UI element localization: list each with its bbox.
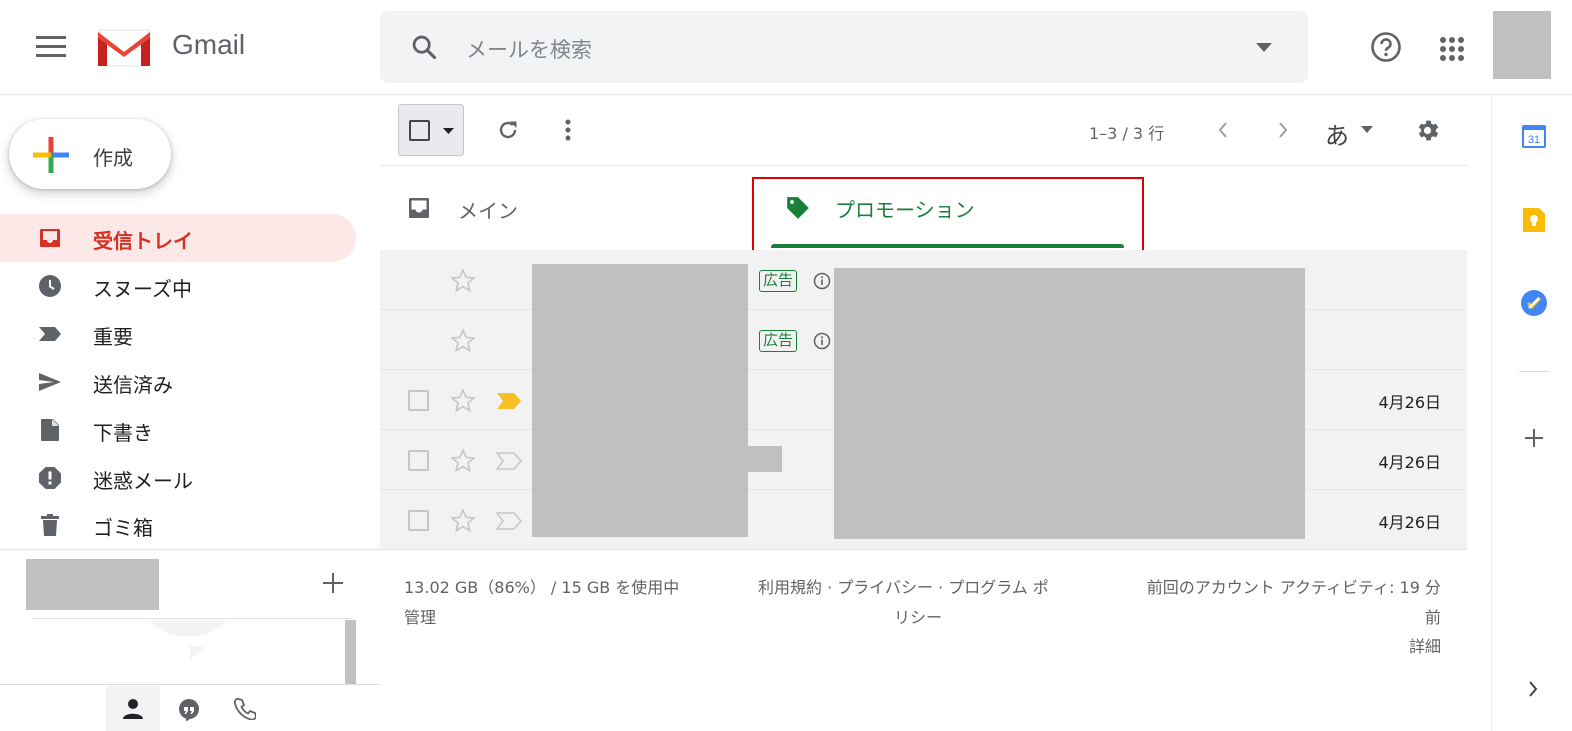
sidebar-divider (0, 548, 380, 551)
hangouts-bubble-icon (150, 620, 230, 660)
row-checkbox[interactable] (408, 510, 429, 531)
activity-details-link[interactable]: 詳細 (1409, 632, 1441, 662)
redacted-subjects (834, 268, 1305, 539)
sidebar-item-label: 受信トレイ (93, 229, 193, 253)
email-date: 4月26日 (1378, 513, 1441, 532)
sidebar-item-label: ゴミ箱 (93, 516, 153, 540)
hangouts-divider (32, 618, 354, 619)
manage-storage-link[interactable]: 管理 (404, 603, 436, 633)
pagination-text: 1–3 / 3 行 (1089, 124, 1165, 143)
important-marker-icon[interactable] (496, 452, 522, 470)
sidebar-item-inbox[interactable]: 受信トレイ (0, 214, 356, 262)
label-important-icon (38, 322, 62, 346)
top-bar: Gmail メールを検索 (0, 0, 1572, 95)
search-bar[interactable]: メールを検索 (380, 11, 1308, 83)
select-all-dropdown[interactable] (398, 104, 464, 156)
footer-links[interactable]: 利用規約 · プライバシー · プログラム ポ (758, 573, 1049, 603)
last-activity: 前回のアカウント アクティビティ: 19 分 (1146, 578, 1441, 597)
sidebar-item-label: 下書き (93, 421, 153, 445)
redacted-senders (532, 264, 748, 537)
gmail-logo-icon[interactable] (96, 26, 152, 68)
tab-primary[interactable]: メイン (458, 195, 518, 224)
sidebar-item-trash[interactable]: ゴミ箱 (0, 501, 356, 549)
side-panel: 31 (1491, 95, 1572, 731)
clock-icon (38, 274, 62, 298)
get-addons-plus-icon[interactable] (1525, 429, 1543, 447)
star-icon[interactable] (450, 328, 476, 354)
email-date: 4月26日 (1378, 393, 1441, 412)
email-date: 4月26日 (1378, 453, 1441, 472)
compose-button[interactable]: 作成 (9, 119, 171, 189)
sidebar-item-snoozed[interactable]: スヌーズ中 (0, 262, 356, 310)
star-icon[interactable] (450, 448, 476, 474)
draft-icon (38, 418, 62, 442)
sidebar-item-spam[interactable]: 迷惑メール (0, 454, 356, 502)
last-activity-continued: 前 (1424, 608, 1441, 627)
hangouts-bottom-divider (0, 684, 380, 685)
input-tools-chevron-icon[interactable] (1361, 126, 1373, 133)
sidebar-item-label: 重要 (93, 325, 133, 349)
inbox-tab-icon (407, 196, 431, 220)
help-icon[interactable] (1370, 31, 1402, 63)
sidebar-item-drafts[interactable]: 下書き (0, 406, 356, 454)
star-icon[interactable] (450, 508, 476, 534)
refresh-icon[interactable] (496, 118, 520, 142)
sidebar-item-label: スヌーズ中 (93, 277, 192, 301)
compose-plus-icon (33, 137, 69, 173)
sidebar-item-important[interactable]: 重要 (0, 310, 356, 358)
settings-gear-icon[interactable] (1414, 117, 1441, 144)
calendar-icon[interactable]: 31 (1521, 123, 1547, 149)
toolbar-divider (380, 165, 1467, 166)
account-avatar[interactable] (1493, 11, 1551, 79)
input-tools-button[interactable]: あ (1325, 116, 1349, 151)
trash-icon (38, 513, 62, 537)
main-menu-icon[interactable] (36, 36, 66, 58)
contacts-tab[interactable] (106, 686, 160, 731)
chevron-left-icon[interactable] (1218, 122, 1228, 138)
gmail-wordmark: Gmail (172, 29, 246, 60)
sidebar-item-sent[interactable]: 送信済み (0, 358, 356, 406)
tasks-icon[interactable] (1520, 289, 1548, 317)
info-icon[interactable] (813, 272, 831, 290)
important-marker-icon[interactable] (496, 512, 522, 530)
star-icon[interactable] (450, 268, 476, 294)
chevron-right-icon[interactable] (1278, 122, 1288, 138)
important-marker-icon[interactable] (496, 392, 522, 410)
chevron-down-icon[interactable] (443, 128, 454, 134)
hangouts-account-avatar[interactable] (26, 559, 159, 610)
keep-icon[interactable] (1522, 207, 1546, 233)
highlight-box (752, 177, 1144, 255)
phone-icon[interactable] (234, 698, 256, 720)
star-icon[interactable] (450, 388, 476, 414)
expand-panel-chevron-icon[interactable] (1528, 681, 1538, 697)
ad-badge: 広告 (759, 270, 798, 292)
svg-text:31: 31 (1528, 134, 1540, 146)
row-checkbox[interactable] (408, 450, 429, 471)
storage-usage: 13.02 GB（86%） / 15 GB を使用中 (404, 578, 680, 597)
info-icon[interactable] (813, 332, 831, 350)
search-input[interactable]: メールを検索 (466, 34, 592, 64)
search-options-icon[interactable] (1256, 43, 1272, 52)
add-contact-icon[interactable] (323, 573, 343, 593)
hangouts-scrollbar[interactable] (345, 620, 356, 684)
ad-badge: 広告 (759, 330, 798, 352)
footer-links-continued[interactable]: リシー (894, 603, 942, 633)
redacted-fragment (748, 446, 782, 472)
side-panel-divider (1519, 371, 1549, 372)
inbox-icon (38, 226, 62, 250)
send-icon (38, 370, 62, 394)
more-options-icon[interactable] (565, 119, 571, 141)
sidebar-item-label: 送信済み (93, 373, 173, 397)
hangouts-chat-icon[interactable] (178, 699, 200, 721)
spam-icon (38, 466, 62, 490)
search-icon[interactable] (410, 33, 438, 61)
apps-grid-icon[interactable] (1439, 36, 1465, 62)
sidebar-item-label: 迷惑メール (93, 469, 193, 493)
person-icon (123, 698, 143, 720)
row-checkbox[interactable] (408, 390, 429, 411)
select-all-checkbox[interactable] (409, 120, 430, 141)
compose-label: 作成 (93, 146, 133, 170)
